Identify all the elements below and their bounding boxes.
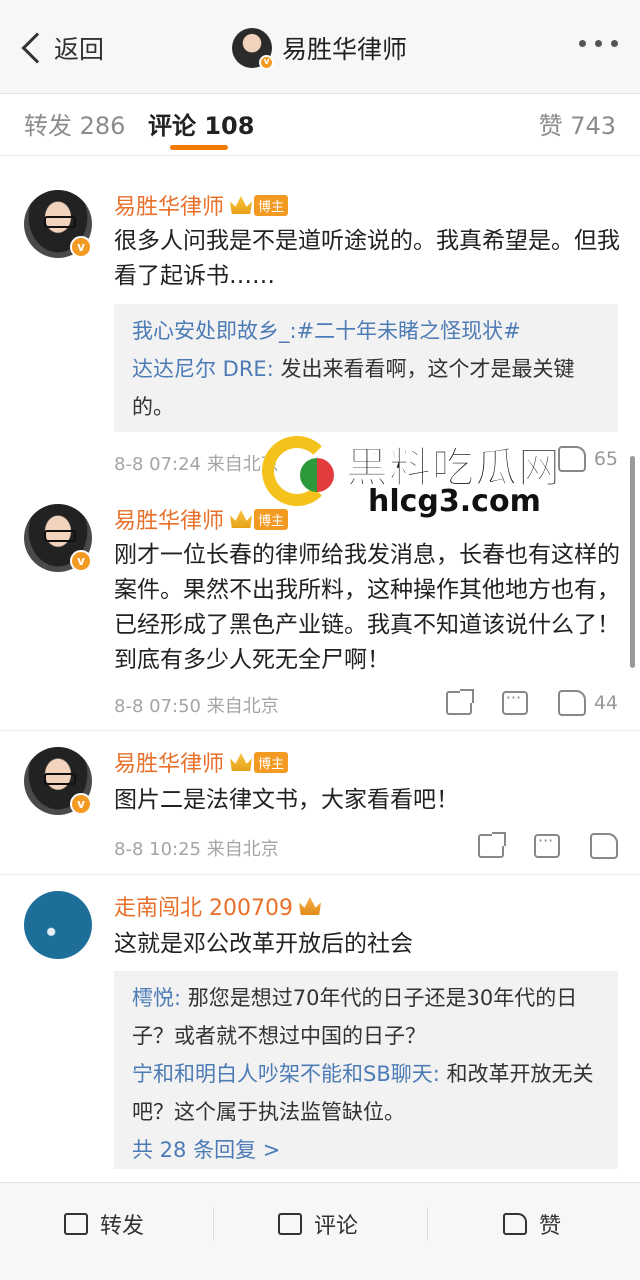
watermelon-icon bbox=[300, 458, 334, 492]
comment-username[interactable]: 易胜华律师 bbox=[114, 503, 224, 535]
tab-repost[interactable]: 转发 286 bbox=[24, 106, 125, 141]
share-icon bbox=[64, 1213, 88, 1235]
thumbs-up-icon bbox=[557, 690, 586, 716]
reply-author[interactable]: 宁和和明白人吵架不能和SB聊天: bbox=[132, 1062, 440, 1086]
tab-comments[interactable]: 评论 108 bbox=[148, 106, 254, 141]
comment-label: 评论 bbox=[314, 1214, 359, 1239]
verified-badge-icon: v bbox=[259, 55, 274, 70]
reply-text: 那您是想过70年代的日子还是30年代的日子？或者就不想过中国的日子？ bbox=[132, 986, 578, 1048]
comment-item: v 易胜华律师 博主 刚才一位长春的律师给我发消息，长春也有这样的案件。果然不出… bbox=[0, 490, 640, 730]
reply-author[interactable]: 樗悦: bbox=[132, 986, 181, 1010]
comment-text: 图片二是法律文书，大家看看吧！ bbox=[114, 787, 459, 813]
comment-time: 8-8 07:50 bbox=[114, 696, 201, 717]
reply-item: 我心安处即故乡_:#二十年未睹之怪现状# bbox=[132, 312, 600, 350]
avatar[interactable]: v bbox=[24, 190, 92, 258]
verified-badge-icon: v bbox=[70, 236, 92, 258]
share-icon[interactable] bbox=[445, 689, 474, 715]
comment-text: 刚才一位长春的律师给我发消息，长春也有这样的案件。果然不出我所料，这种操作其他地… bbox=[114, 542, 620, 673]
comment-icon[interactable] bbox=[534, 831, 560, 858]
avatar[interactable]: v bbox=[24, 504, 92, 572]
reply-author[interactable]: 达达尼尔 DRE: bbox=[132, 357, 274, 381]
page-title: 易胜华律师 bbox=[282, 35, 408, 64]
reply-author[interactable]: 我心安处即故乡_: bbox=[132, 319, 297, 343]
divider bbox=[213, 1207, 214, 1241]
repost-label: 转发 bbox=[100, 1214, 145, 1239]
like-count: 65 bbox=[593, 448, 618, 470]
back-label: 返回 bbox=[54, 35, 105, 64]
reply-item: 达达尼尔 DRE: 发出来看看啊，这个才是最关键的。 bbox=[132, 350, 600, 426]
like-label: 赞 bbox=[539, 1214, 562, 1239]
topic-link[interactable]: #二十年未睹之怪现状# bbox=[297, 319, 521, 343]
divider bbox=[427, 1207, 428, 1241]
avatar[interactable] bbox=[24, 891, 92, 959]
author-badge: 博主 bbox=[254, 508, 289, 530]
comment-button[interactable]: 评论 bbox=[278, 1209, 358, 1239]
comment-meta: 8-8 10:25 来自北京 bbox=[114, 835, 279, 861]
comment-time: 8-8 07:24 bbox=[114, 454, 201, 475]
reply-box[interactable]: 樗悦: 那您是想过70年代的日子还是30年代的日子？或者就不想过中国的日子？ 宁… bbox=[114, 971, 618, 1169]
comment-text: 这就是邓公改革开放后的社会 bbox=[114, 931, 413, 957]
reply-box[interactable]: 我心安处即故乡_:#二十年未睹之怪现状# 达达尼尔 DRE: 发出来看看啊，这个… bbox=[114, 304, 618, 432]
comment-icon[interactable] bbox=[501, 688, 528, 715]
back-button[interactable]: 返回 bbox=[18, 28, 104, 68]
more-replies-link[interactable]: 共 28 条回复 > bbox=[132, 1131, 600, 1169]
comment-username[interactable]: 易胜华律师 bbox=[114, 746, 224, 778]
thumbs-up-icon bbox=[503, 1213, 527, 1235]
comment-item: v 易胜华律师 博主 图片二是法律文书，大家看看吧！ 8-8 10:25 来自北… bbox=[0, 731, 640, 875]
tab-bar: 转发 286 评论 108 赞 743 bbox=[0, 94, 640, 156]
crown-icon bbox=[230, 510, 253, 528]
like-button[interactable]: 赞 bbox=[503, 1209, 561, 1239]
comment-text: 很多人问我是不是道听途说的。我真希望是。但我看了起诉书…… bbox=[114, 228, 620, 289]
tab-likes[interactable]: 赞 743 bbox=[539, 106, 616, 141]
crown-icon bbox=[230, 196, 253, 214]
active-tab-indicator bbox=[170, 145, 228, 150]
repost-button[interactable]: 转发 bbox=[64, 1209, 144, 1239]
reply-item: 宁和和明白人吵架不能和SB聊天: 和改革开放无关吧？这个属于执法监管缺位。 bbox=[132, 1055, 600, 1131]
comment-username[interactable]: 走南闯北 200709 bbox=[114, 890, 293, 922]
author-badge: 博主 bbox=[254, 194, 289, 216]
more-icon[interactable] bbox=[579, 40, 618, 47]
comment-username[interactable]: 易胜华律师 bbox=[114, 189, 224, 221]
thumbs-up-icon[interactable] bbox=[590, 833, 618, 859]
verified-badge-icon: v bbox=[70, 550, 92, 572]
share-icon[interactable] bbox=[478, 832, 506, 858]
reply-item: 樗悦: 那您是想过70年代的日子还是30年代的日子？或者就不想过中国的日子？ bbox=[132, 979, 600, 1055]
crown-icon bbox=[230, 753, 253, 771]
back-chevron-icon bbox=[21, 32, 53, 64]
avatar[interactable]: v bbox=[24, 747, 92, 815]
like-count: 44 bbox=[593, 692, 618, 714]
comment-time: 8-8 10:25 bbox=[114, 839, 201, 860]
top-nav-bar: 返回 v 易胜华律师 bbox=[0, 0, 640, 94]
avatar: v bbox=[232, 28, 274, 70]
author-badge: 博主 bbox=[254, 751, 289, 773]
comment-icon bbox=[278, 1213, 302, 1235]
vip-crown-icon bbox=[298, 897, 321, 915]
bottom-action-bar: 转发 评论 赞 bbox=[0, 1182, 640, 1280]
scrollbar[interactable] bbox=[630, 456, 635, 668]
comment-meta: 8-8 07:50 来自北京 bbox=[114, 692, 279, 718]
nav-profile[interactable]: v 易胜华律师 bbox=[232, 26, 407, 70]
verified-badge-icon: v bbox=[70, 793, 92, 815]
comment-item: 走南闯北 200709 这就是邓公改革开放后的社会 樗悦: 那您是想过70年代的… bbox=[0, 875, 640, 1175]
comment-source: 来自北京 bbox=[206, 696, 279, 717]
comment-meta: 8-8 07:24 来自北京 bbox=[114, 450, 279, 476]
like-button[interactable]: 44 bbox=[557, 690, 618, 716]
comment-source: 来自北京 bbox=[206, 839, 279, 860]
